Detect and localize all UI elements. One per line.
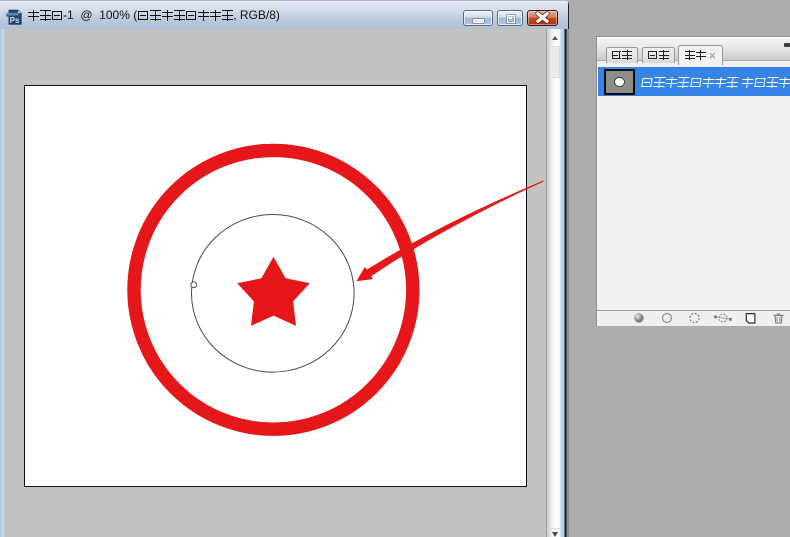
svg-text:Ps: Ps	[10, 16, 20, 25]
